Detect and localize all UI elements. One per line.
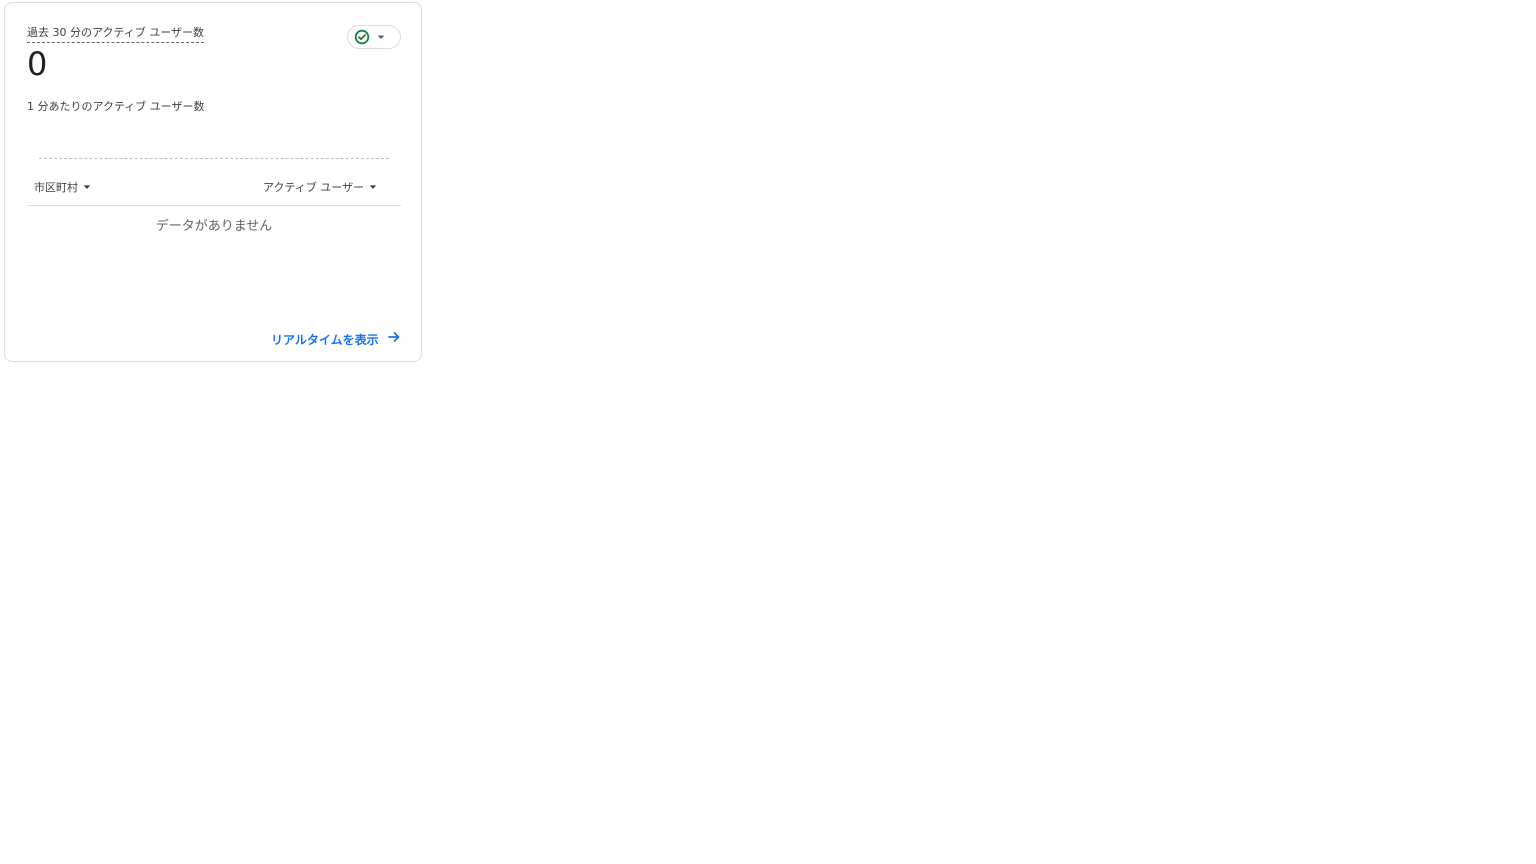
active-users-count: 0	[27, 45, 48, 83]
data-quality-status-button[interactable]	[347, 25, 401, 49]
caret-down-icon	[376, 32, 386, 42]
column-header-active-users-label: アクティブ ユーザー	[263, 181, 365, 194]
check-circle-icon	[354, 29, 370, 45]
per-minute-users-chart	[39, 158, 389, 161]
card-title[interactable]: 過去 30 分のアクティブ ユーザー数	[27, 25, 205, 43]
caret-down-icon	[83, 180, 91, 196]
view-realtime-link-label: リアルタイムを表示	[271, 332, 379, 347]
column-header-city[interactable]: 市区町村	[34, 180, 91, 196]
table-header-divider	[27, 205, 401, 206]
empty-table-message: データがありません	[155, 219, 273, 234]
realtime-users-card: 過去 30 分のアクティブ ユーザー数 0 1 分あたりのアクティブ ユーザー数…	[4, 2, 422, 362]
arrow-right-icon	[387, 330, 401, 349]
caret-down-icon	[369, 180, 377, 196]
column-header-city-label: 市区町村	[34, 181, 78, 194]
view-realtime-link[interactable]: リアルタイムを表示	[271, 330, 401, 349]
column-header-active-users[interactable]: アクティブ ユーザー	[263, 180, 377, 196]
chart-subtitle: 1 分あたりのアクティブ ユーザー数	[27, 100, 205, 113]
